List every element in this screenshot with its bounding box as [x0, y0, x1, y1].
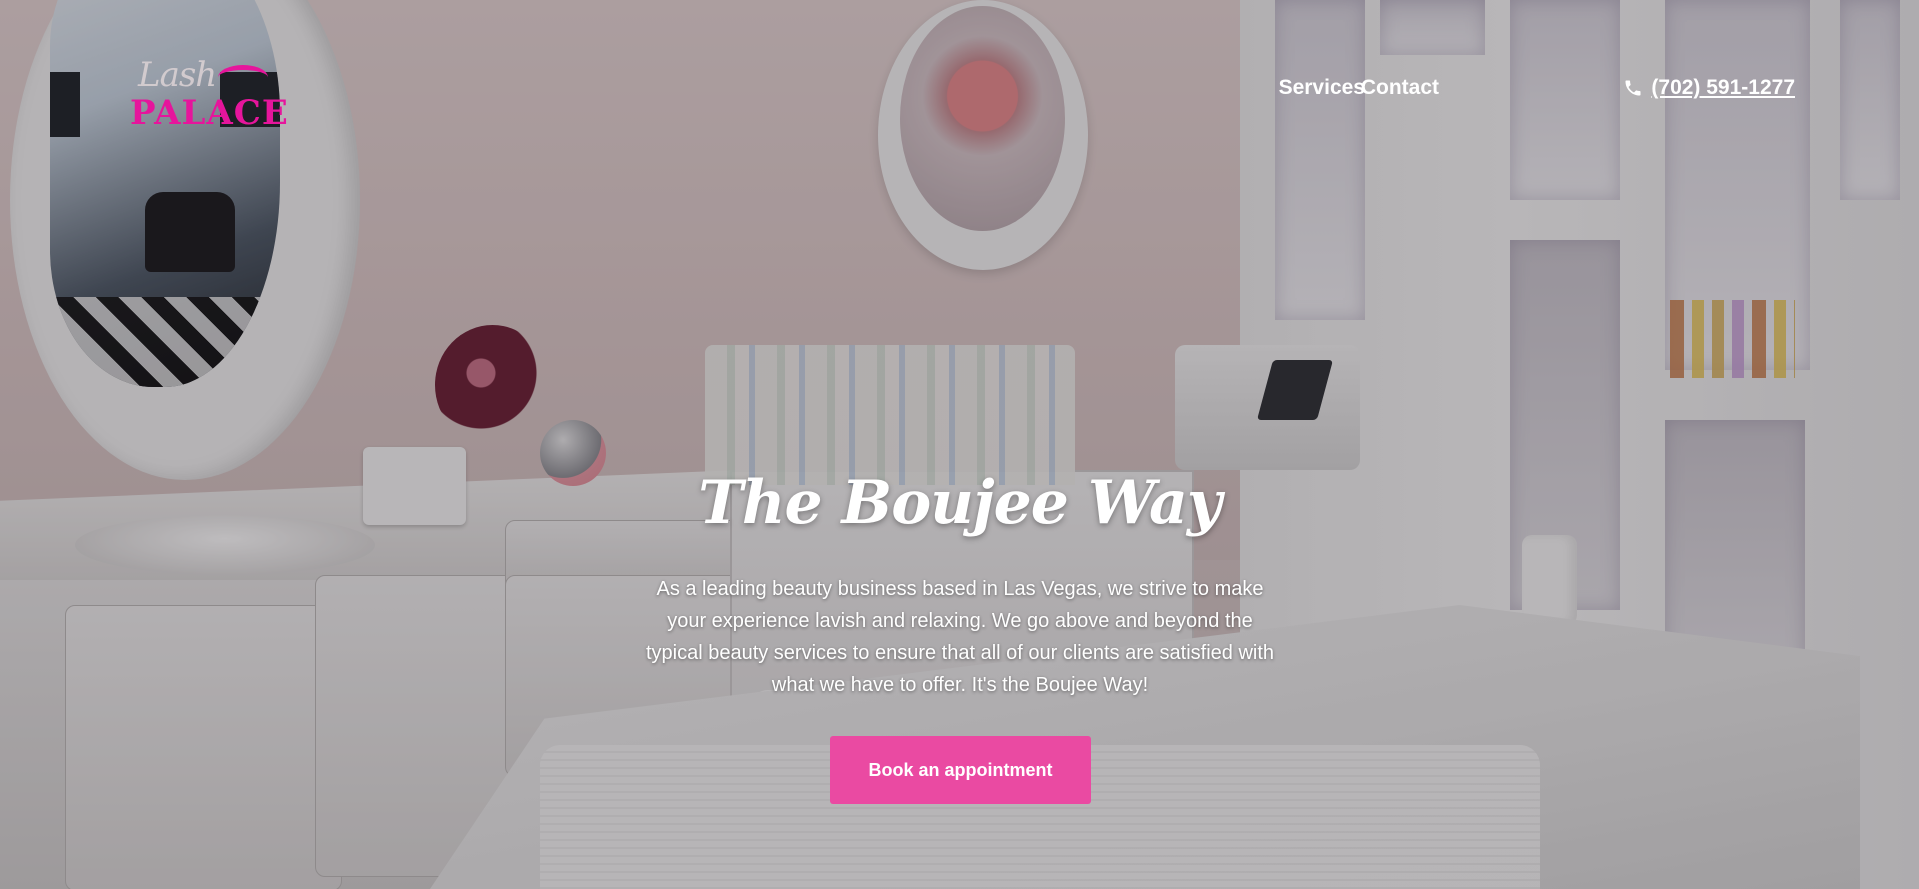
- hero-headline: The Boujee Way: [698, 468, 1222, 539]
- hero-intro-text: As a leading beauty business based in La…: [645, 578, 1275, 696]
- phone-number: (702) 591-1277: [1651, 76, 1795, 99]
- logo-script-text: Lash: [138, 55, 217, 95]
- logo-wordmark: PALACE: [130, 93, 289, 133]
- logo-arc-icon: [218, 65, 268, 90]
- phone-link[interactable]: (702) 591-1277: [1623, 76, 1795, 100]
- phone-icon: [1625, 80, 1641, 96]
- book-appointment-button[interactable]: Book an appointment: [830, 736, 1091, 804]
- nav-link-contact[interactable]: Contact: [1361, 76, 1439, 100]
- site-logo[interactable]: Lash PALACE: [128, 55, 288, 135]
- nav-link-services[interactable]: Services: [1279, 76, 1365, 100]
